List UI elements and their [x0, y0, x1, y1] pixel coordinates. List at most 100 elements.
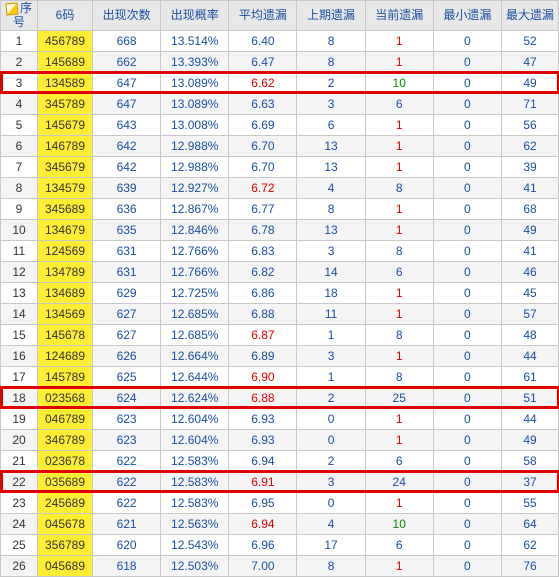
cell-cur: 1	[365, 282, 433, 303]
cell-avg: 6.77	[229, 198, 297, 219]
cell-avg: 7.00	[229, 555, 297, 576]
col-max[interactable]: 最大遗漏	[502, 1, 559, 31]
col-code[interactable]: 6码	[38, 1, 93, 31]
cell-min: 0	[433, 156, 501, 177]
table-row[interactable]: 1514567862712.685%6.8718048	[1, 324, 559, 345]
col-count[interactable]: 出现次数	[93, 1, 161, 31]
cell-last: 8	[297, 30, 365, 51]
table-row[interactable]: 2535678962012.543%6.96176062	[1, 534, 559, 555]
table-row[interactable]: 1313468962912.725%6.86181045	[1, 282, 559, 303]
table-row[interactable]: 313458964713.089%6.62210049	[1, 72, 559, 93]
table-row[interactable]: 2324568962212.583%6.9501055	[1, 492, 559, 513]
table-row[interactable]: 1612468962612.664%6.8931044	[1, 345, 559, 366]
cell-seq: 5	[1, 114, 38, 135]
col-min[interactable]: 最小遗漏	[433, 1, 501, 31]
cell-last: 3	[297, 345, 365, 366]
cell-prob: 12.624%	[161, 387, 229, 408]
cell-avg: 6.87	[229, 324, 297, 345]
table-row[interactable]: 934568963612.867%6.7781068	[1, 198, 559, 219]
table-row[interactable]: 1413456962712.685%6.88111057	[1, 303, 559, 324]
cell-prob: 13.008%	[161, 114, 229, 135]
cell-avg: 6.89	[229, 345, 297, 366]
cell-count: 639	[93, 177, 161, 198]
cell-last: 0	[297, 492, 365, 513]
cell-seq: 17	[1, 366, 38, 387]
col-last[interactable]: 上期遗漏	[297, 1, 365, 31]
cell-count: 623	[93, 429, 161, 450]
cell-cur: 6	[365, 450, 433, 471]
cell-count: 631	[93, 240, 161, 261]
table-row[interactable]: 2404567862112.563%6.94410064	[1, 513, 559, 534]
cell-min: 0	[433, 408, 501, 429]
cell-code: 134789	[38, 261, 93, 282]
table-row[interactable]: 2604568961812.503%7.0081076	[1, 555, 559, 576]
col-prob[interactable]: 出现概率	[161, 1, 229, 31]
cell-last: 2	[297, 72, 365, 93]
cell-seq: 21	[1, 450, 38, 471]
cell-code: 023678	[38, 450, 93, 471]
cell-max: 62	[502, 534, 559, 555]
cell-max: 55	[502, 492, 559, 513]
cell-cur: 6	[365, 534, 433, 555]
table-row[interactable]: 1013467963512.846%6.78131049	[1, 219, 559, 240]
cell-last: 17	[297, 534, 365, 555]
cell-count: 668	[93, 30, 161, 51]
cell-min: 0	[433, 450, 501, 471]
table-row[interactable]: 2034678962312.604%6.9301049	[1, 429, 559, 450]
cell-avg: 6.72	[229, 177, 297, 198]
cell-min: 0	[433, 261, 501, 282]
cell-cur: 1	[365, 492, 433, 513]
cell-seq: 13	[1, 282, 38, 303]
table-row[interactable]: 145678966813.514%6.4081052	[1, 30, 559, 51]
cell-min: 0	[433, 324, 501, 345]
cell-max: 37	[502, 471, 559, 492]
table-row[interactable]: 214568966213.393%6.4781047	[1, 51, 559, 72]
cell-seq: 1	[1, 30, 38, 51]
col-seq[interactable]: 序号	[1, 1, 38, 31]
cell-avg: 6.78	[229, 219, 297, 240]
cell-cur: 10	[365, 513, 433, 534]
cell-cur: 1	[365, 555, 433, 576]
cell-code: 345679	[38, 156, 93, 177]
cell-prob: 12.766%	[161, 261, 229, 282]
table-row[interactable]: 2102367862212.583%6.9426058	[1, 450, 559, 471]
table-body: 145678966813.514%6.4081052214568966213.3…	[1, 30, 559, 576]
stats-table: 序号 6码 出现次数 出现概率 平均遗漏 上期遗漏 当前遗漏 最小遗漏 最大遗漏…	[0, 0, 559, 577]
cell-code: 145679	[38, 114, 93, 135]
table-row[interactable]: 1904678962312.604%6.9301044	[1, 408, 559, 429]
cell-max: 48	[502, 324, 559, 345]
cell-prob: 12.766%	[161, 240, 229, 261]
table-row[interactable]: 1112456963112.766%6.8338041	[1, 240, 559, 261]
cell-prob: 12.685%	[161, 324, 229, 345]
cell-count: 620	[93, 534, 161, 555]
cell-seq: 10	[1, 219, 38, 240]
cell-min: 0	[433, 366, 501, 387]
cell-cur: 8	[365, 324, 433, 345]
cell-count: 624	[93, 387, 161, 408]
cell-code: 345689	[38, 198, 93, 219]
col-avg[interactable]: 平均遗漏	[229, 1, 297, 31]
cell-seq: 14	[1, 303, 38, 324]
cell-cur: 8	[365, 366, 433, 387]
table-row[interactable]: 813457963912.927%6.7248041	[1, 177, 559, 198]
table-row[interactable]: 514567964313.008%6.6961056	[1, 114, 559, 135]
col-cur[interactable]: 当前遗漏	[365, 1, 433, 31]
table-row[interactable]: 1802356862412.624%6.88225051	[1, 387, 559, 408]
table-row[interactable]: 434578964713.089%6.6336071	[1, 93, 559, 114]
table-row[interactable]: 2203568962212.583%6.91324037	[1, 471, 559, 492]
cell-last: 13	[297, 135, 365, 156]
table-row[interactable]: 1213478963112.766%6.82146046	[1, 261, 559, 282]
cell-seq: 24	[1, 513, 38, 534]
table-row[interactable]: 1714578962512.644%6.9018061	[1, 366, 559, 387]
cell-max: 52	[502, 30, 559, 51]
cell-avg: 6.93	[229, 429, 297, 450]
cell-seq: 18	[1, 387, 38, 408]
table-row[interactable]: 734567964212.988%6.70131039	[1, 156, 559, 177]
cell-code: 134569	[38, 303, 93, 324]
cell-avg: 6.94	[229, 513, 297, 534]
cell-cur: 24	[365, 471, 433, 492]
table-row[interactable]: 614678964212.988%6.70131062	[1, 135, 559, 156]
cell-code: 035689	[38, 471, 93, 492]
cell-avg: 6.93	[229, 408, 297, 429]
cell-max: 44	[502, 408, 559, 429]
